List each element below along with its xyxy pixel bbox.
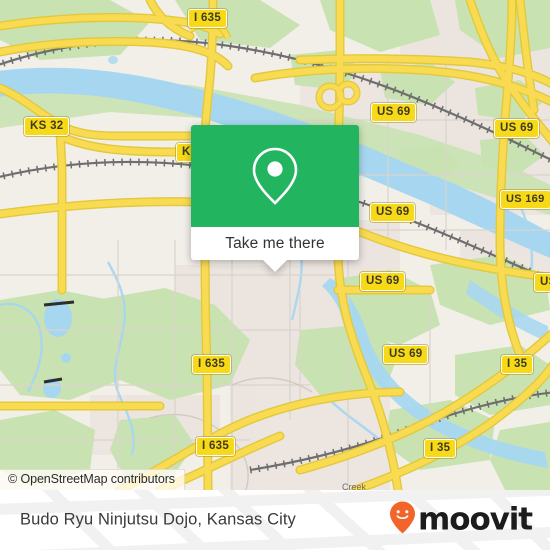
highway-shield: I 635 xyxy=(192,355,232,374)
highway-shield: US 69 xyxy=(494,119,540,138)
popup-tail-arrow xyxy=(263,260,287,272)
highway-shield: I 635 xyxy=(196,437,236,456)
highway-shield: US 69 xyxy=(370,203,416,222)
popup-action-row[interactable]: Take me there xyxy=(191,227,359,260)
map-text-label: Creek xyxy=(342,482,367,490)
moovit-smiley-pin-icon xyxy=(389,501,416,540)
moovit-wordmark: moovit xyxy=(418,501,533,538)
highway-shield: I 35 xyxy=(501,355,534,374)
highway-shield: US 69 xyxy=(360,272,406,291)
popup-header xyxy=(191,125,359,227)
highway-shield: I 635 xyxy=(188,9,228,28)
place-popup-card[interactable]: Take me there xyxy=(191,125,359,272)
moovit-map-page: I 635KS 32KS 32US 69US 69US 69US 169US 6… xyxy=(0,0,550,550)
highway-shield: US 169 xyxy=(500,190,550,209)
highway-shield: KS 32 xyxy=(24,117,70,136)
map-attribution[interactable]: © OpenStreetMap contributors xyxy=(0,469,185,490)
highway-shield: US 69 xyxy=(371,103,417,122)
location-pin-icon xyxy=(249,145,301,207)
moovit-brand-logo[interactable]: moovit xyxy=(389,501,533,540)
take-me-there-label: Take me there xyxy=(225,234,325,252)
place-name: Budo Ryu Ninjutsu Dojo, Kansas City xyxy=(20,510,296,529)
highway-shield: US 69 xyxy=(534,273,550,292)
highway-shield: US 69 xyxy=(383,345,429,364)
page-footer: Budo Ryu Ninjutsu Dojo, Kansas City moov… xyxy=(0,490,550,550)
highway-shield: I 35 xyxy=(424,439,457,458)
